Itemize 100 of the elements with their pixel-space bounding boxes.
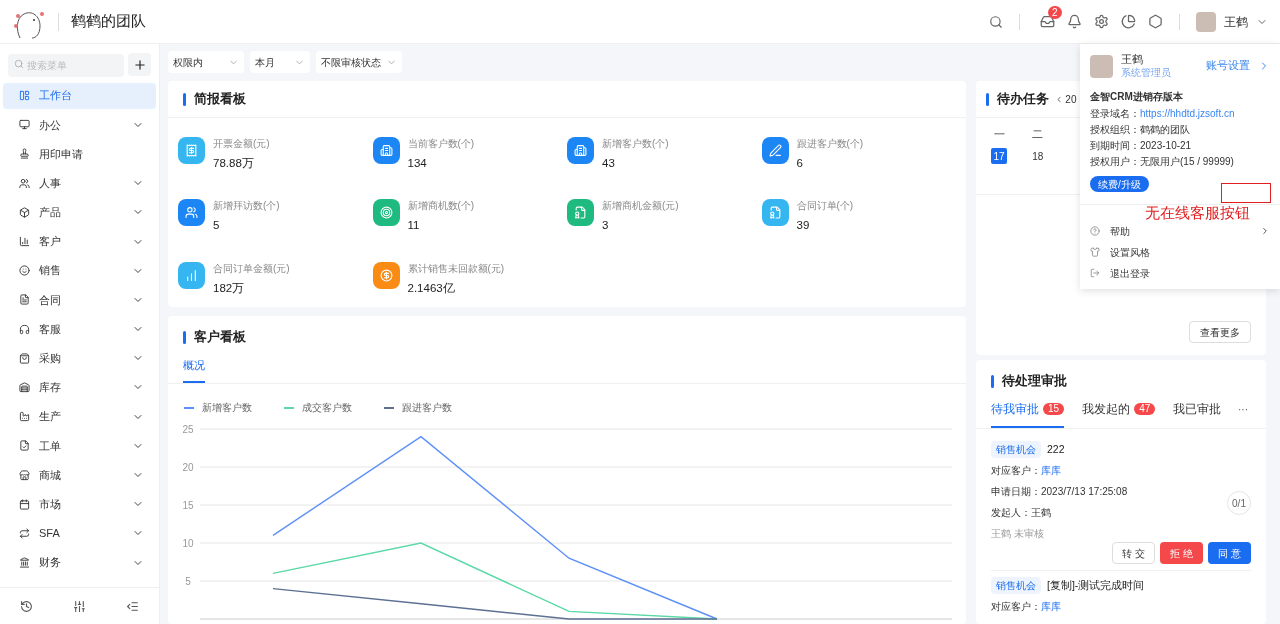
customer-link[interactable]: 库库 (1041, 463, 1061, 478)
y-tick-label: 5 (185, 575, 191, 587)
calendar-icon (19, 498, 30, 510)
sidebar-item[interactable]: 生产 (3, 403, 156, 430)
stat-label: 累计销售未回款额(元) (407, 261, 505, 275)
stat-label: 合同订单(个) (796, 199, 854, 213)
sidebar-item[interactable]: 工作台 (3, 82, 156, 109)
initiator-text: 发起人：王鹤 (991, 506, 1052, 520)
sidebar-item[interactable]: 市场 (3, 491, 156, 518)
field-label: 到期时间： (1090, 139, 1140, 152)
hexagon-icon[interactable] (1148, 14, 1163, 29)
bag-icon (19, 352, 30, 364)
count-badge: 15 (1043, 403, 1065, 416)
sidebar-item[interactable]: SFA (3, 520, 156, 547)
action-button[interactable]: 同 意 (1208, 542, 1251, 564)
people-icon (19, 177, 30, 189)
stat-label: 合同订单金额(元) (213, 261, 290, 275)
sidebar-item[interactable]: 合同 (3, 286, 156, 313)
sidebar-item[interactable]: 客服 (3, 316, 156, 343)
warehouse-icon (19, 381, 30, 393)
sidebar-item[interactable]: 商城 (3, 462, 156, 489)
sidebar-item[interactable]: 采购 (3, 345, 156, 372)
tab[interactable]: 我发起的 47 (1082, 400, 1156, 428)
field-label: 授权用户： (1090, 155, 1140, 168)
user-name[interactable]: 王鹤 (1224, 12, 1248, 31)
count-badge: 47 (1134, 403, 1156, 416)
stat-value: 182万 (213, 280, 246, 296)
bar-chart-icon (19, 236, 30, 248)
bell-icon[interactable] (1067, 14, 1082, 29)
renew-upgrade-button[interactable]: 续费/升级 (1090, 176, 1149, 192)
calendar-date[interactable]: 18 (1029, 148, 1046, 164)
card-title: 简报看板 (194, 90, 246, 108)
help-icon (1090, 226, 1100, 236)
customer-link[interactable]: 库库 (1041, 599, 1061, 614)
sidebar-item[interactable]: 财务 (3, 549, 156, 576)
sidebar-item[interactable]: 客户 (3, 228, 156, 255)
history-icon[interactable] (20, 599, 33, 613)
view-more-button[interactable]: 查看更多 (1189, 321, 1251, 343)
sidebar-item[interactable]: 产品 (3, 199, 156, 226)
card-title: 待处理审批 (1002, 372, 1067, 390)
account-settings-link[interactable]: 账号设置 (1206, 58, 1270, 74)
stat-value: 11 (407, 218, 421, 234)
add-button[interactable] (128, 53, 151, 76)
field-value: 鹤鹤的团队 (1140, 123, 1190, 136)
stat-value: 134 (407, 156, 428, 171)
repeat-icon (19, 527, 30, 539)
stat-label: 新增商机数(个) (407, 199, 475, 213)
y-tick-label: 20 (182, 461, 194, 473)
weekday-label: 二 (1031, 126, 1045, 142)
tab[interactable]: 我已审批 (1173, 400, 1222, 428)
inbox-icon[interactable] (1040, 14, 1055, 29)
layout-icon (19, 90, 30, 102)
calendar-date[interactable]: 17 (991, 148, 1007, 164)
user-role: 系统管理员 (1121, 66, 1172, 79)
sidebar-item[interactable]: 办公 (3, 111, 156, 138)
stat-label: 开票金额(元) (213, 137, 270, 150)
legend-label[interactable]: 成交客户数 (302, 400, 352, 415)
bank-icon (19, 557, 30, 569)
sidebar-item[interactable]: 库存 (3, 374, 156, 401)
menu-item[interactable]: 帮助 (1090, 223, 1270, 239)
legend-label[interactable]: 跟进客户数 (402, 400, 452, 415)
field-label: 授权组织： (1090, 123, 1140, 136)
stamp-icon (19, 148, 30, 160)
tab[interactable]: 概况 (183, 356, 205, 383)
user-name: 王鹤 (1121, 53, 1144, 66)
sliders-icon[interactable] (73, 599, 86, 613)
approval-title[interactable]: 222 (1047, 441, 1065, 458)
filter-dropdown[interactable]: 本月 (250, 51, 310, 73)
pie-chart-icon[interactable] (1121, 14, 1136, 29)
sidebar-item[interactable]: 人事 (3, 170, 156, 197)
tab[interactable]: 待我审批 15 (991, 400, 1065, 428)
sidebar-item[interactable]: 工单 (3, 432, 156, 459)
action-button[interactable]: 拒 绝 (1160, 542, 1203, 564)
headphones-icon (19, 323, 30, 335)
settings-icon[interactable] (1094, 14, 1109, 29)
stat-value: 78.88万 (213, 156, 255, 171)
filter-dropdown[interactable]: 不限审核状态 (316, 51, 402, 73)
stat-label: 新增客户数(个) (602, 137, 669, 150)
action-button[interactable]: 转 交 (1112, 542, 1155, 564)
building-icon (574, 144, 587, 157)
application-date: 申请日期：2023/7/13 17:25:08 (991, 485, 1129, 499)
card-title: 待办任务 (997, 90, 1049, 108)
field-value: 2023-10-21 (1140, 139, 1192, 152)
sidebar-item[interactable]: 用印申请 (3, 140, 156, 167)
file-check-icon (19, 440, 30, 452)
collapse-menu-icon[interactable] (126, 599, 139, 613)
review-status: 王鹤 未审核 (991, 527, 1045, 541)
search-icon[interactable] (989, 14, 1003, 29)
pen-icon (768, 144, 782, 157)
menu-item[interactable]: 设置风格 (1090, 244, 1270, 260)
y-tick-label: 10 (182, 537, 194, 549)
menu-item[interactable]: 退出登录 (1090, 265, 1270, 281)
target-icon (379, 206, 393, 220)
domain-link[interactable]: https://hhdtd.jzsoft.cn (1140, 107, 1235, 120)
legend-label[interactable]: 新增客户数 (202, 400, 252, 415)
sidebar-item[interactable]: 销售 (3, 257, 156, 284)
stat-label: 新增商机金额(元) (602, 199, 679, 213)
filter-dropdown[interactable]: 权限内 (168, 51, 244, 73)
more-tabs-button[interactable]: ··· (1238, 401, 1248, 427)
approval-title[interactable]: [复制]-测试完成时间 (1047, 577, 1145, 594)
